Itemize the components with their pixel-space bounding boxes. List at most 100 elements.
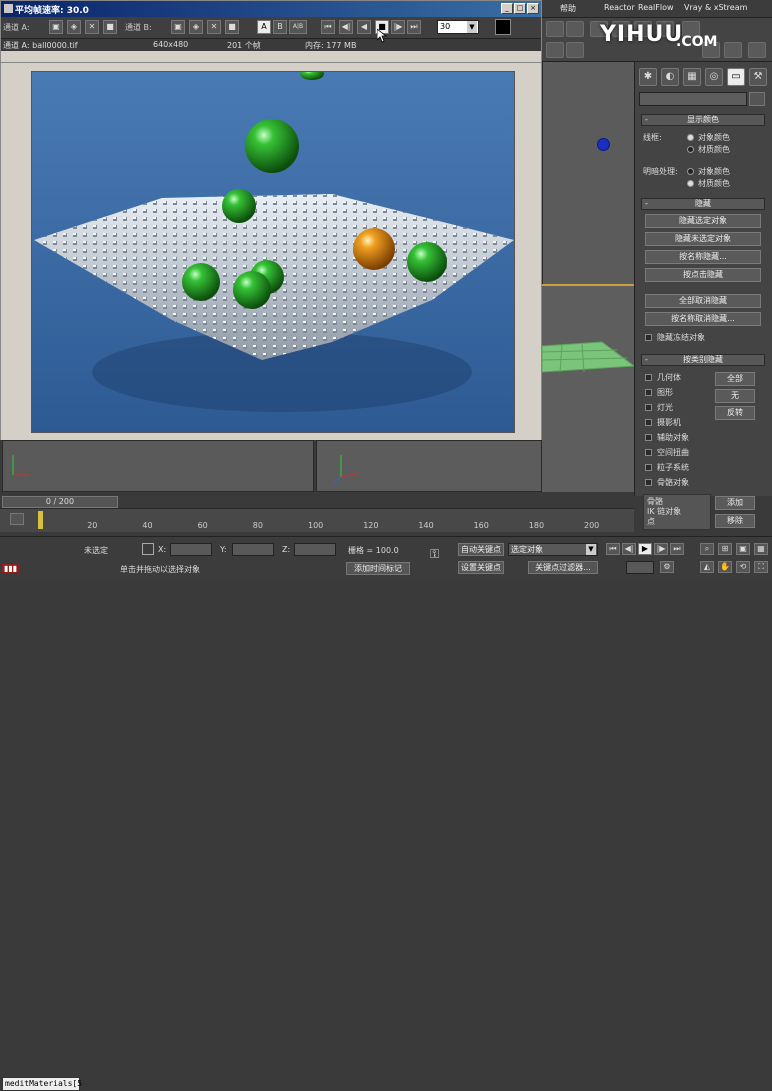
frame-rate-select[interactable]: 30 ▼ [437, 20, 479, 34]
select-icon[interactable] [546, 21, 564, 37]
y-coord-field[interactable] [232, 543, 274, 556]
go-to-end-icon[interactable]: ⏭ [407, 20, 421, 34]
close-channel-a-icon[interactable]: ✕ [85, 20, 99, 34]
black-swatch[interactable] [495, 19, 511, 35]
time-marker[interactable] [38, 511, 43, 529]
save-channel-a-icon[interactable]: ■ [103, 20, 117, 34]
category-remove-button[interactable]: 移除 [715, 514, 755, 528]
shaded-object-color-radio[interactable] [687, 168, 694, 175]
hide-frozen-checkbox[interactable] [645, 334, 652, 341]
prev-frame-icon[interactable]: ◀| [339, 20, 353, 34]
load-channel-a-icon[interactable]: ◈ [67, 20, 81, 34]
next-frame-icon[interactable]: |▶ [391, 20, 405, 34]
current-frame-field[interactable] [626, 561, 654, 574]
viewport-top-right[interactable] [542, 62, 634, 284]
utilities-tab-icon[interactable]: ⚒ [749, 68, 767, 86]
go-to-start-icon[interactable]: ⏮ [321, 20, 335, 34]
menu-reactor[interactable]: Reactor [604, 3, 635, 12]
zoom-icon[interactable]: ⌕ [700, 543, 714, 555]
color-swatch[interactable] [749, 92, 765, 106]
category-checkbox[interactable] [645, 449, 652, 456]
viewport-left[interactable] [2, 440, 314, 492]
play-reverse-icon[interactable]: ◀ [357, 20, 371, 34]
shaded-material-color-radio[interactable] [687, 180, 694, 187]
hide-selected-button[interactable]: 隐藏选定对象 [645, 214, 761, 228]
set-key-button[interactable]: 设置关键点 [458, 561, 504, 574]
render-teapot-icon[interactable] [748, 42, 766, 58]
play-icon[interactable]: ▶ [638, 543, 652, 555]
unhide-all-button[interactable]: 全部取消隐藏 [645, 294, 761, 308]
category-checkbox[interactable] [645, 434, 652, 441]
close-channel-b-icon[interactable]: ✕ [207, 20, 221, 34]
menu-help[interactable]: 帮助 [560, 3, 576, 14]
auto-key-button[interactable]: 自动关键点 [458, 543, 504, 556]
key-selection-dropdown[interactable]: 选定对象 ▼ [508, 543, 598, 556]
load-channel-b-icon[interactable]: ◈ [189, 20, 203, 34]
category-add-button[interactable]: 添加 [715, 496, 755, 510]
key-filters-button[interactable]: 关键点过滤器... [528, 561, 598, 574]
rendered-frame[interactable] [31, 71, 515, 433]
time-slider[interactable]: 0 / 200 [2, 496, 118, 508]
rollout-hide[interactable]: - 隐藏 [641, 198, 765, 210]
open-channel-b-icon[interactable]: ▣ [171, 20, 185, 34]
lock-selection-icon[interactable] [142, 543, 154, 555]
unhide-by-name-button[interactable]: 按名称取消隐藏... [645, 312, 761, 326]
category-list-box[interactable]: 骨骼 IK 链对象 点 [643, 494, 711, 530]
viewport-perspective[interactable] [542, 284, 634, 492]
align-icon[interactable] [566, 42, 584, 58]
category-all-button[interactable]: 全部 [715, 372, 755, 386]
prev-frame-icon[interactable]: ◀| [622, 543, 636, 555]
category-checkbox[interactable] [645, 374, 652, 381]
category-checkbox[interactable] [645, 464, 652, 471]
display-tab-icon[interactable]: ▭ [727, 68, 745, 86]
add-time-tag-button[interactable]: 添加时间标记 [346, 562, 410, 575]
open-channel-a-icon[interactable]: ▣ [49, 20, 63, 34]
wireframe-material-color-radio[interactable] [687, 146, 694, 153]
viewport-front[interactable] [316, 440, 542, 492]
category-checkbox[interactable] [645, 389, 652, 396]
motion-tab-icon[interactable]: ◎ [705, 68, 723, 86]
hierarchy-tab-icon[interactable]: ▦ [683, 68, 701, 86]
chevron-down-icon[interactable]: ▼ [586, 544, 596, 555]
curve-editor-icon[interactable] [10, 513, 24, 525]
hide-by-name-button[interactable]: 按名称隐藏... [645, 250, 761, 264]
z-coord-field[interactable] [294, 543, 336, 556]
mirror-icon[interactable] [546, 42, 564, 58]
wireframe-object-color-radio[interactable] [687, 134, 694, 141]
hide-by-hit-button[interactable]: 按点击隐藏 [645, 268, 761, 282]
x-coord-field[interactable] [170, 543, 212, 556]
window-titlebar[interactable]: 平均帧速率: 30.0 _ □ × [1, 1, 541, 17]
category-none-button[interactable]: 无 [715, 389, 755, 403]
next-frame-icon[interactable]: |▶ [654, 543, 668, 555]
save-channel-b-icon[interactable]: ■ [225, 20, 239, 34]
close-button[interactable]: × [527, 3, 539, 14]
orbit-icon[interactable]: ⟲ [736, 561, 750, 573]
hide-unselected-button[interactable]: 隐藏未选定对象 [645, 232, 761, 246]
category-invert-button[interactable]: 反转 [715, 406, 755, 420]
key-icon[interactable]: ⚿ [430, 547, 439, 562]
timeline-track[interactable]: 20 40 60 80 100 120 140 160 180 200 [0, 508, 634, 532]
go-to-end-icon[interactable]: ⏭ [670, 543, 684, 555]
render-setup-icon[interactable] [724, 42, 742, 58]
time-config-icon[interactable]: ⚙ [660, 561, 674, 573]
pan-icon[interactable]: ✋ [718, 561, 732, 573]
move-icon[interactable] [566, 21, 584, 37]
zoom-extents-all-icon[interactable]: ▦ [754, 543, 768, 555]
maximize-button[interactable]: □ [514, 3, 526, 14]
zoom-extents-icon[interactable]: ▣ [736, 543, 750, 555]
field-of-view-icon[interactable]: ◭ [700, 561, 714, 573]
menu-vray[interactable]: Vray & xStream [684, 3, 747, 12]
menu-realflow[interactable]: RealFlow [638, 3, 674, 12]
create-tab-icon[interactable]: ✱ [639, 68, 657, 86]
go-to-start-icon[interactable]: ⏮ [606, 543, 620, 555]
zoom-all-icon[interactable]: ⊞ [718, 543, 732, 555]
name-field[interactable] [639, 92, 747, 106]
modify-tab-icon[interactable]: ◐ [661, 68, 679, 86]
maxscript-listener[interactable]: meditMaterials[5 [2, 1077, 82, 1091]
category-checkbox[interactable] [645, 404, 652, 411]
rollout-hide-by-category[interactable]: - 按类别隐藏 [641, 354, 765, 366]
position-strip[interactable] [1, 51, 541, 63]
minimize-button[interactable]: _ [501, 3, 513, 14]
category-checkbox[interactable] [645, 419, 652, 426]
channel-ab-toggle[interactable]: A|B [289, 20, 307, 34]
